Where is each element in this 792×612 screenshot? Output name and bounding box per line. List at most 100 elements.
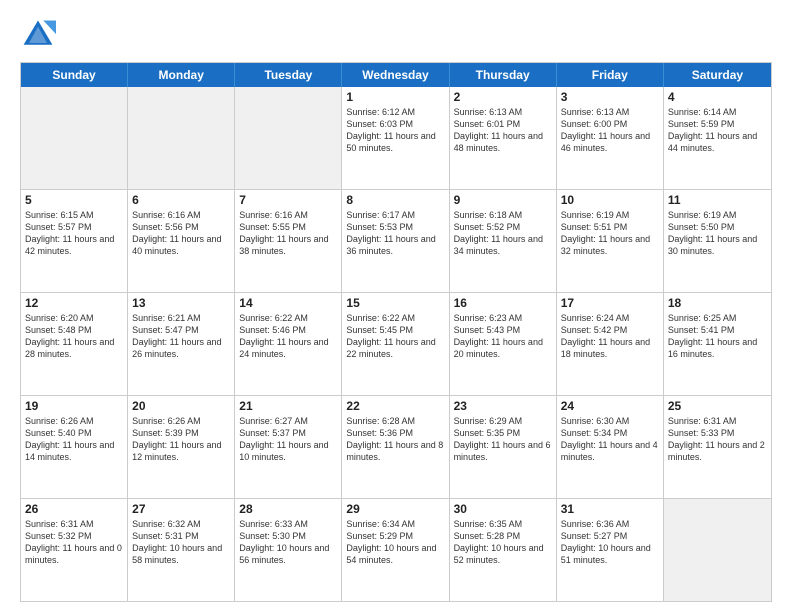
calendar-row-0: 1 Sunrise: 6:12 AM Sunset: 6:03 PM Daylig… [21, 87, 771, 190]
day-info: Sunrise: 6:22 AM Sunset: 5:45 PM Dayligh… [346, 312, 444, 361]
day-number: 11 [668, 193, 767, 207]
cal-cell-1-5: 10 Sunrise: 6:19 AM Sunset: 5:51 PM Dayli… [557, 190, 664, 292]
cal-cell-4-6 [664, 499, 771, 601]
cal-cell-4-2: 28 Sunrise: 6:33 AM Sunset: 5:30 PM Dayli… [235, 499, 342, 601]
day-number: 30 [454, 502, 552, 516]
day-number: 22 [346, 399, 444, 413]
calendar-row-3: 19 Sunrise: 6:26 AM Sunset: 5:40 PM Dayli… [21, 396, 771, 499]
cal-cell-3-4: 23 Sunrise: 6:29 AM Sunset: 5:35 PM Dayli… [450, 396, 557, 498]
calendar-row-4: 26 Sunrise: 6:31 AM Sunset: 5:32 PM Dayli… [21, 499, 771, 601]
day-info: Sunrise: 6:21 AM Sunset: 5:47 PM Dayligh… [132, 312, 230, 361]
day-info: Sunrise: 6:20 AM Sunset: 5:48 PM Dayligh… [25, 312, 123, 361]
page: SundayMondayTuesdayWednesdayThursdayFrid… [0, 0, 792, 612]
day-info: Sunrise: 6:30 AM Sunset: 5:34 PM Dayligh… [561, 415, 659, 464]
cal-cell-0-5: 3 Sunrise: 6:13 AM Sunset: 6:00 PM Daylig… [557, 87, 664, 189]
day-number: 15 [346, 296, 444, 310]
cal-cell-3-1: 20Sunrise: 6:26 AM Sunset: 5:39 PM Dayli… [128, 396, 235, 498]
day-number: 27 [132, 502, 230, 516]
day-info: Sunrise: 6:31 AM Sunset: 5:32 PM Dayligh… [25, 518, 123, 567]
cal-cell-3-5: 24 Sunrise: 6:30 AM Sunset: 5:34 PM Dayli… [557, 396, 664, 498]
cal-cell-1-3: 8Sunrise: 6:17 AM Sunset: 5:53 PM Daylig… [342, 190, 449, 292]
day-info: Sunrise: 6:13 AM Sunset: 6:00 PM Dayligh… [561, 106, 659, 155]
cal-cell-0-2 [235, 87, 342, 189]
day-info: Sunrise: 6:34 AM Sunset: 5:29 PM Dayligh… [346, 518, 444, 567]
day-info: Sunrise: 6:16 AM Sunset: 5:56 PM Dayligh… [132, 209, 230, 258]
day-number: 4 [668, 90, 767, 104]
header [20, 16, 772, 52]
day-info: Sunrise: 6:28 AM Sunset: 5:36 PM Dayligh… [346, 415, 444, 464]
cal-cell-0-1 [128, 87, 235, 189]
cal-cell-4-1: 27 Sunrise: 6:32 AM Sunset: 5:31 PM Dayli… [128, 499, 235, 601]
day-info: Sunrise: 6:12 AM Sunset: 6:03 PM Dayligh… [346, 106, 444, 155]
cal-cell-2-0: 12 Sunrise: 6:20 AM Sunset: 5:48 PM Dayli… [21, 293, 128, 395]
cal-cell-2-1: 13 Sunrise: 6:21 AM Sunset: 5:47 PM Dayli… [128, 293, 235, 395]
calendar-row-2: 12 Sunrise: 6:20 AM Sunset: 5:48 PM Dayli… [21, 293, 771, 396]
calendar-header: SundayMondayTuesdayWednesdayThursdayFrid… [21, 63, 771, 87]
day-info: Sunrise: 6:29 AM Sunset: 5:35 PM Dayligh… [454, 415, 552, 464]
cal-cell-2-2: 14Sunrise: 6:22 AM Sunset: 5:46 PM Dayli… [235, 293, 342, 395]
weekday-header-saturday: Saturday [664, 63, 771, 87]
day-number: 2 [454, 90, 552, 104]
weekday-header-friday: Friday [557, 63, 664, 87]
day-number: 24 [561, 399, 659, 413]
cal-cell-4-5: 31Sunrise: 6:36 AM Sunset: 5:27 PM Dayli… [557, 499, 664, 601]
weekday-header-sunday: Sunday [21, 63, 128, 87]
day-info: Sunrise: 6:23 AM Sunset: 5:43 PM Dayligh… [454, 312, 552, 361]
day-info: Sunrise: 6:26 AM Sunset: 5:40 PM Dayligh… [25, 415, 123, 464]
day-number: 16 [454, 296, 552, 310]
cal-cell-3-2: 21 Sunrise: 6:27 AM Sunset: 5:37 PM Dayli… [235, 396, 342, 498]
day-info: Sunrise: 6:27 AM Sunset: 5:37 PM Dayligh… [239, 415, 337, 464]
day-info: Sunrise: 6:13 AM Sunset: 6:01 PM Dayligh… [454, 106, 552, 155]
day-number: 17 [561, 296, 659, 310]
cal-cell-3-0: 19 Sunrise: 6:26 AM Sunset: 5:40 PM Dayli… [21, 396, 128, 498]
day-number: 7 [239, 193, 337, 207]
day-info: Sunrise: 6:16 AM Sunset: 5:55 PM Dayligh… [239, 209, 337, 258]
day-info: Sunrise: 6:17 AM Sunset: 5:53 PM Dayligh… [346, 209, 444, 258]
day-info: Sunrise: 6:18 AM Sunset: 5:52 PM Dayligh… [454, 209, 552, 258]
logo [20, 16, 62, 52]
day-number: 3 [561, 90, 659, 104]
day-info: Sunrise: 6:33 AM Sunset: 5:30 PM Dayligh… [239, 518, 337, 567]
day-number: 18 [668, 296, 767, 310]
day-number: 25 [668, 399, 767, 413]
day-info: Sunrise: 6:14 AM Sunset: 5:59 PM Dayligh… [668, 106, 767, 155]
weekday-header-wednesday: Wednesday [342, 63, 449, 87]
calendar-body: 1 Sunrise: 6:12 AM Sunset: 6:03 PM Daylig… [21, 87, 771, 601]
cal-cell-1-4: 9 Sunrise: 6:18 AM Sunset: 5:52 PM Daylig… [450, 190, 557, 292]
day-number: 21 [239, 399, 337, 413]
day-number: 9 [454, 193, 552, 207]
day-number: 26 [25, 502, 123, 516]
day-number: 28 [239, 502, 337, 516]
day-info: Sunrise: 6:22 AM Sunset: 5:46 PM Dayligh… [239, 312, 337, 361]
cal-cell-0-6: 4 Sunrise: 6:14 AM Sunset: 5:59 PM Daylig… [664, 87, 771, 189]
day-number: 31 [561, 502, 659, 516]
cal-cell-0-0 [21, 87, 128, 189]
cal-cell-4-3: 29 Sunrise: 6:34 AM Sunset: 5:29 PM Dayli… [342, 499, 449, 601]
cal-cell-0-3: 1 Sunrise: 6:12 AM Sunset: 6:03 PM Daylig… [342, 87, 449, 189]
day-info: Sunrise: 6:19 AM Sunset: 5:51 PM Dayligh… [561, 209, 659, 258]
day-number: 12 [25, 296, 123, 310]
day-info: Sunrise: 6:15 AM Sunset: 5:57 PM Dayligh… [25, 209, 123, 258]
day-info: Sunrise: 6:25 AM Sunset: 5:41 PM Dayligh… [668, 312, 767, 361]
day-number: 10 [561, 193, 659, 207]
day-number: 19 [25, 399, 123, 413]
day-number: 5 [25, 193, 123, 207]
weekday-header-monday: Monday [128, 63, 235, 87]
cal-cell-2-4: 16 Sunrise: 6:23 AM Sunset: 5:43 PM Dayli… [450, 293, 557, 395]
day-info: Sunrise: 6:32 AM Sunset: 5:31 PM Dayligh… [132, 518, 230, 567]
cal-cell-4-4: 30Sunrise: 6:35 AM Sunset: 5:28 PM Dayli… [450, 499, 557, 601]
cal-cell-1-2: 7 Sunrise: 6:16 AM Sunset: 5:55 PM Daylig… [235, 190, 342, 292]
day-number: 1 [346, 90, 444, 104]
cal-cell-1-1: 6Sunrise: 6:16 AM Sunset: 5:56 PM Daylig… [128, 190, 235, 292]
weekday-header-thursday: Thursday [450, 63, 557, 87]
day-number: 23 [454, 399, 552, 413]
cal-cell-2-3: 15 Sunrise: 6:22 AM Sunset: 5:45 PM Dayli… [342, 293, 449, 395]
day-number: 13 [132, 296, 230, 310]
day-number: 29 [346, 502, 444, 516]
cal-cell-3-6: 25 Sunrise: 6:31 AM Sunset: 5:33 PM Dayli… [664, 396, 771, 498]
cal-cell-3-3: 22 Sunrise: 6:28 AM Sunset: 5:36 PM Dayli… [342, 396, 449, 498]
cal-cell-1-6: 11Sunrise: 6:19 AM Sunset: 5:50 PM Dayli… [664, 190, 771, 292]
day-info: Sunrise: 6:26 AM Sunset: 5:39 PM Dayligh… [132, 415, 230, 464]
calendar-row-1: 5 Sunrise: 6:15 AM Sunset: 5:57 PM Daylig… [21, 190, 771, 293]
day-info: Sunrise: 6:31 AM Sunset: 5:33 PM Dayligh… [668, 415, 767, 464]
